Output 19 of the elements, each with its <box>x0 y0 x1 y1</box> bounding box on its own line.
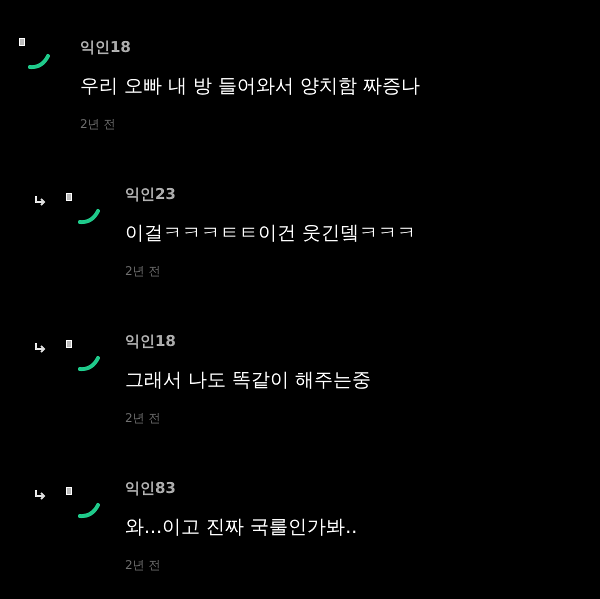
badge-icon <box>19 38 25 46</box>
reply-arrow-icon <box>34 489 46 501</box>
comment-text: 그래서 나도 똑같이 해주는중 <box>125 368 372 392</box>
comment-time: 2년 전 <box>80 116 116 133</box>
author-name: 익인18 <box>125 331 177 352</box>
author-name: 익인18 <box>80 37 132 58</box>
comment-text: 우리 오빠 내 방 들어와서 양치함 짜증나 <box>80 74 420 98</box>
badge-icon <box>66 340 72 348</box>
comment-time: 2년 전 <box>125 557 162 574</box>
badge-icon <box>66 487 72 495</box>
reply-arrow-icon <box>34 342 46 354</box>
comment-time: 2년 전 <box>125 263 162 280</box>
author-name: 익인83 <box>125 478 177 499</box>
reply-arrow-icon <box>34 195 46 207</box>
comment-time: 2년 전 <box>125 410 162 427</box>
comment-text: 와...이고 진짜 국룰인가봐.. <box>125 515 358 539</box>
badge-icon <box>66 193 72 201</box>
author-name: 익인23 <box>125 184 177 205</box>
comment-text: 이걸ㅋㅋㅋㅌㅌ이건 웃긴뎈ㅋㅋㅋ <box>125 221 416 245</box>
